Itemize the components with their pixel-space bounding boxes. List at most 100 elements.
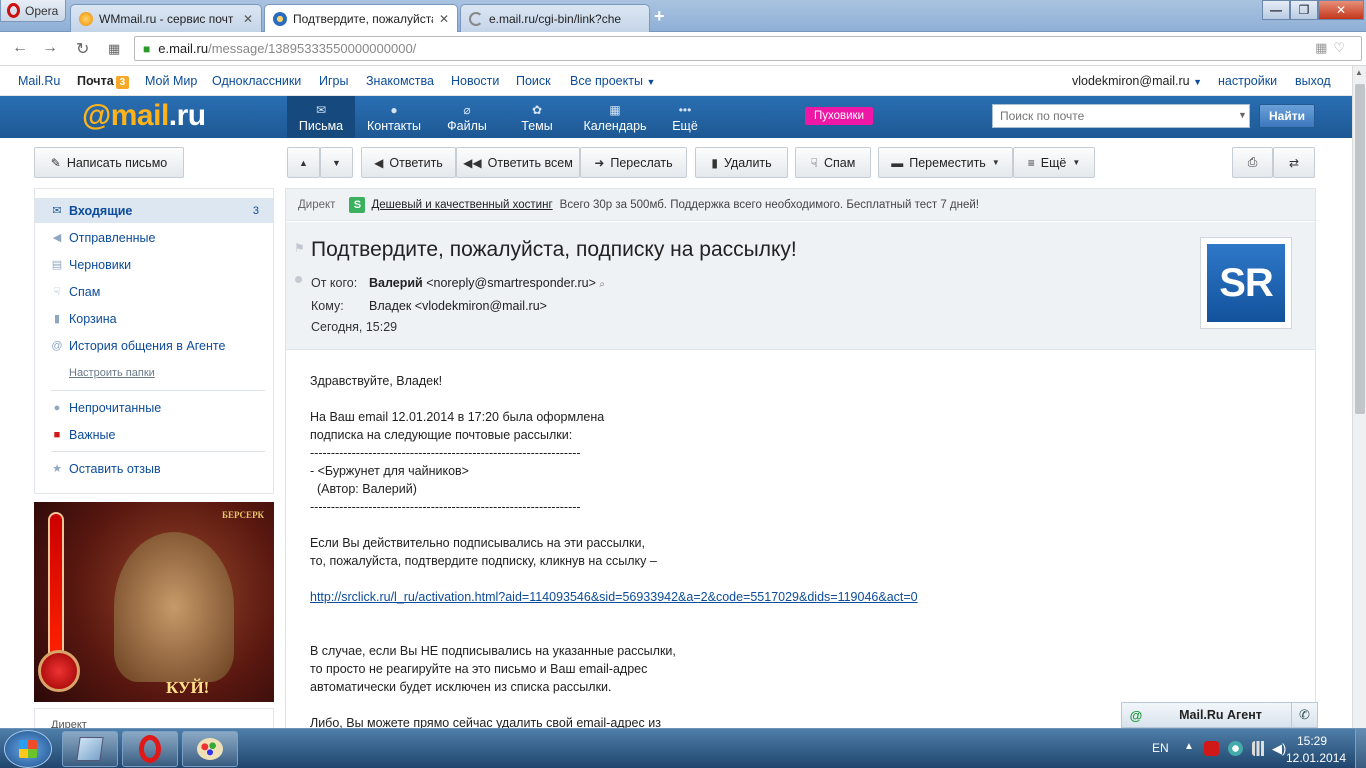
feedback-link[interactable]: ★ Оставить отзыв xyxy=(35,456,273,481)
user-account-menu[interactable]: vlodekmiron@mail.ru ▼ xyxy=(1072,74,1202,88)
direct-ad-link[interactable]: Дешевый и качественный хостинг xyxy=(371,199,552,211)
start-button[interactable] xyxy=(4,730,52,768)
browser-tab-message[interactable]: Подтвердите, пожалуйста ✕ xyxy=(264,4,458,33)
configure-folders-link[interactable]: Настроить папки xyxy=(69,367,155,379)
url-bar[interactable]: ■ e.mail.ru /message/1389533355000000000… xyxy=(134,36,1362,61)
forward-arrow-icon[interactable]: → xyxy=(42,39,58,57)
speed-dial-grid-icon[interactable]: ▦ xyxy=(108,41,120,57)
promo-badge[interactable]: Пуховики xyxy=(805,107,873,125)
from-value[interactable]: Валерий <noreply@smartresponder.ru> ⌕ xyxy=(369,276,605,290)
nav-more[interactable]: ••• Ещё xyxy=(664,96,706,138)
reply-button[interactable]: ◀ Ответить xyxy=(361,147,456,178)
close-tab-icon[interactable]: ✕ xyxy=(439,12,449,26)
read-status-dot-icon[interactable] xyxy=(295,276,302,283)
taskbar-app-paint[interactable] xyxy=(182,731,238,767)
portal-link-ok[interactable]: Одноклассники xyxy=(212,74,301,88)
logout-link[interactable]: выход xyxy=(1295,74,1331,88)
portal-link-all-projects[interactable]: Все проекты ▼ xyxy=(570,74,655,88)
magnifier-icon[interactable]: ⌕ xyxy=(599,279,605,290)
phone-icon[interactable]: ✆ xyxy=(1291,703,1317,727)
scroll-up-icon[interactable]: ▲ xyxy=(1355,68,1363,77)
portal-link-pochta[interactable]: Почта 3 xyxy=(77,74,130,89)
previous-message-button[interactable]: ▲ xyxy=(287,147,320,178)
clock-date[interactable]: 12.01.2014 xyxy=(1286,751,1346,765)
taskbar-app-opera[interactable] xyxy=(122,731,178,767)
keyboard-language[interactable]: EN xyxy=(1152,741,1169,755)
message-date: Сегодня, 15:29 xyxy=(311,320,398,334)
new-tab-icon[interactable]: + xyxy=(654,6,665,27)
star-icon: ★ xyxy=(52,463,62,475)
move-button[interactable]: ▬ Переместить ▼ xyxy=(878,147,1013,178)
mailru-logo[interactable]: @mail.ru xyxy=(82,99,206,133)
bookmark-heart-icon[interactable]: ▦♡ xyxy=(1315,40,1351,56)
loading-favicon-icon xyxy=(469,11,483,26)
portal-link-news[interactable]: Новости xyxy=(451,74,499,88)
next-message-button[interactable]: ▼ xyxy=(320,147,353,178)
nav-label: Ещё xyxy=(672,119,698,133)
folder-icon: ▬ xyxy=(891,155,904,170)
nav-letters[interactable]: ✉ Письма xyxy=(287,96,355,138)
show-desktop-button[interactable] xyxy=(1355,729,1366,768)
chevron-down-icon[interactable]: ▼ xyxy=(1238,110,1247,120)
folder-spam[interactable]: ☟ Спам xyxy=(35,279,273,304)
network-tray-icon[interactable] xyxy=(1228,741,1243,756)
paint-palette-icon xyxy=(197,738,223,760)
page-scrollbar[interactable]: ▲ xyxy=(1352,66,1366,728)
folder-important[interactable]: ■ Важные xyxy=(35,422,273,447)
reload-icon[interactable]: ↻ xyxy=(76,39,89,59)
folder-inbox[interactable]: ✉ Входящие 3 xyxy=(35,198,273,223)
message-subject: Подтвердите, пожалуйста, подписку на рас… xyxy=(311,238,797,261)
maximize-window-icon[interactable]: ❐ xyxy=(1290,0,1318,20)
more-actions-button[interactable]: ≡ Ещё ▼ xyxy=(1013,147,1095,178)
taskbar-app-notepad[interactable] xyxy=(62,731,118,767)
tray-expand-icon[interactable]: ▲ xyxy=(1184,741,1194,752)
pochta-label: Почта xyxy=(77,74,114,88)
browser-tab-strip: Opera WMmail.ru - сервис почт ✕ Подтверд… xyxy=(0,0,1366,33)
browser-tab-link[interactable]: e.mail.ru/cgi-bin/link?che xyxy=(460,4,650,32)
agent-title: Mail.Ru Агент xyxy=(1179,708,1262,722)
mail-agent-widget[interactable]: @ Mail.Ru Агент ✆ xyxy=(1121,702,1318,728)
flag-icon[interactable]: ⚑ xyxy=(294,241,305,255)
nav-files[interactable]: ⌀ Файлы xyxy=(440,96,494,138)
chevron-down-icon: ▼ xyxy=(1072,158,1081,167)
translate-button[interactable]: ⇄ xyxy=(1273,147,1315,178)
nav-themes[interactable]: ✿ Темы xyxy=(512,96,562,138)
browser-tab-wmmail[interactable]: WMmail.ru - сервис почт ✕ xyxy=(70,4,262,32)
portal-link-search[interactable]: Поиск xyxy=(516,74,551,88)
delete-button[interactable]: ▮ Удалить xyxy=(695,147,788,178)
antivirus-tray-icon[interactable] xyxy=(1204,741,1219,756)
portal-link-games[interactable]: Игры xyxy=(319,74,348,88)
nav-contacts[interactable]: ● Контакты xyxy=(360,96,428,138)
volume-icon[interactable]: ◀) xyxy=(1272,741,1286,756)
search-button[interactable]: Найти xyxy=(1259,104,1315,128)
folder-unread[interactable]: ● Непрочитанные xyxy=(35,395,273,420)
folder-sent[interactable]: ◀ Отправленные xyxy=(35,225,273,250)
activation-link[interactable]: http://srclick.ru/l_ru/activation.html?a… xyxy=(310,590,918,604)
opera-menu-button[interactable]: Opera xyxy=(0,0,66,22)
print-button[interactable]: ⎙ xyxy=(1232,147,1273,178)
close-tab-icon[interactable]: ✕ xyxy=(243,12,253,26)
spam-button[interactable]: ☟ Спам xyxy=(795,147,871,178)
agent-at-icon: @ xyxy=(1129,707,1143,723)
nav-calendar[interactable]: ▦ Календарь xyxy=(578,96,652,138)
reply-all-button[interactable]: ◀◀ Ответить всем xyxy=(456,147,580,178)
folder-drafts[interactable]: ▤ Черновики xyxy=(35,252,273,277)
url-path: /message/13895333550000000000/ xyxy=(208,41,417,56)
scrollbar-thumb[interactable] xyxy=(1355,84,1365,414)
close-window-icon[interactable]: ✕ xyxy=(1318,0,1364,20)
clock-time[interactable]: 15:29 xyxy=(1297,734,1327,748)
portal-link-moy-mir[interactable]: Мой Мир xyxy=(145,74,197,88)
folder-agent-history[interactable]: @ История общения в Агенте xyxy=(35,333,273,358)
body-line: На Ваш email 12.01.2014 в 17:20 была офо… xyxy=(310,410,605,424)
folder-trash[interactable]: ▮ Корзина xyxy=(35,306,273,331)
mail-search-input[interactable] xyxy=(992,104,1250,128)
portal-link-mailru[interactable]: Mail.Ru xyxy=(18,74,60,88)
portal-link-dating[interactable]: Знакомства xyxy=(366,74,434,88)
forward-button[interactable]: ➜ Переслать xyxy=(580,147,687,178)
compose-button[interactable]: ✎ Написать письмо xyxy=(34,147,184,178)
minimize-window-icon[interactable]: — xyxy=(1262,0,1290,20)
game-ad-banner[interactable]: БЕРСЕРК КУЙ! xyxy=(34,502,274,702)
signal-bars-icon[interactable] xyxy=(1252,741,1267,756)
settings-link[interactable]: настройки xyxy=(1218,74,1277,88)
back-arrow-icon[interactable]: ← xyxy=(12,39,28,57)
